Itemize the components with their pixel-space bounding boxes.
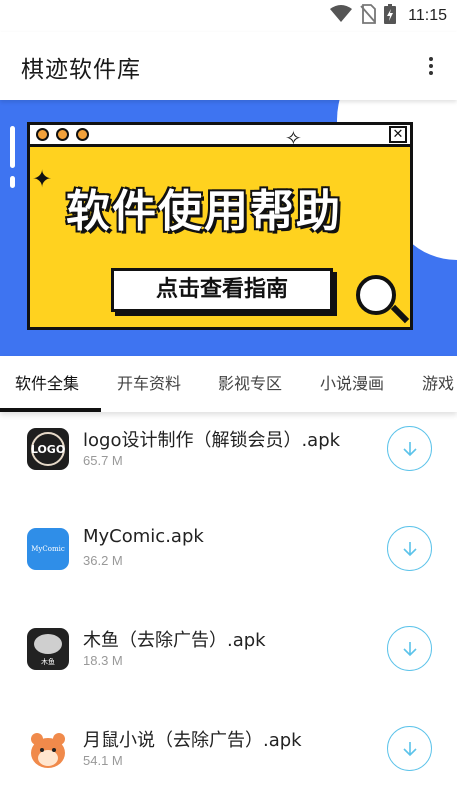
download-arrow-icon bbox=[402, 541, 417, 556]
hamster-icon bbox=[31, 733, 65, 768]
app-name: logo设计制作（解锁会员）.apk bbox=[83, 430, 341, 451]
banner-headline: 软件使用帮助 bbox=[66, 186, 342, 237]
list-item[interactable]: 木鱼 木鱼（去除广告）.apk 18.3 M bbox=[0, 600, 457, 700]
download-button[interactable] bbox=[387, 526, 432, 571]
app-icon-label: 木鱼 bbox=[41, 658, 55, 666]
tab-software-collection[interactable]: 软件全集 bbox=[15, 356, 79, 412]
download-button[interactable] bbox=[387, 726, 432, 771]
tab-novel-comic[interactable]: 小说漫画 bbox=[320, 356, 384, 412]
tab-games[interactable]: 游戏 bbox=[422, 356, 454, 412]
logo-icon: LOGO bbox=[31, 432, 65, 466]
window-dot-icon bbox=[76, 128, 89, 141]
list-item[interactable]: 月鼠小说（去除广告）.apk 54.1 M bbox=[0, 700, 457, 800]
banner-stripe-decoration bbox=[10, 126, 15, 168]
app-icon: MyComic bbox=[27, 528, 69, 570]
app-icon bbox=[27, 728, 69, 770]
sparkle-icon: ✦ bbox=[32, 165, 53, 193]
app-icon: 木鱼 bbox=[27, 628, 69, 670]
magnifier-handle bbox=[390, 304, 410, 324]
category-tabs: 软件全集 开车资料 影视专区 小说漫画 游戏 bbox=[0, 356, 457, 412]
status-bar: 11:15 bbox=[0, 0, 457, 32]
tab-driving-materials[interactable]: 开车资料 bbox=[117, 356, 181, 412]
wooden-fish-icon bbox=[34, 634, 62, 654]
banner-guide-button[interactable]: 点击查看指南 bbox=[111, 268, 333, 312]
battery-charging-icon bbox=[384, 4, 397, 28]
more-vert-icon[interactable] bbox=[419, 52, 443, 80]
banner-card: ✕ ✦ ✧ 软件使用帮助 点击查看指南 bbox=[27, 122, 413, 330]
app-name: MyComic.apk bbox=[83, 526, 204, 547]
window-dot-icon bbox=[36, 128, 49, 141]
app-title: 棋迹软件库 bbox=[21, 57, 141, 83]
window-dot-icon bbox=[56, 128, 69, 141]
mycomic-logo-icon: MyComic bbox=[31, 545, 65, 553]
wifi-icon bbox=[330, 5, 353, 27]
no-sim-icon bbox=[360, 4, 377, 28]
app-size: 36.2 M bbox=[83, 553, 123, 568]
banner[interactable]: ✕ ✦ ✧ 软件使用帮助 点击查看指南 bbox=[0, 100, 457, 356]
banner-card-titlebar: ✕ bbox=[30, 125, 410, 147]
tab-video-zone[interactable]: 影视专区 bbox=[218, 356, 282, 412]
banner-stripe-decoration bbox=[10, 176, 15, 188]
app-bar: 棋迹软件库 bbox=[0, 32, 457, 100]
close-icon: ✕ bbox=[389, 126, 407, 143]
status-icons: 11:15 bbox=[330, 4, 447, 28]
download-arrow-icon bbox=[402, 641, 417, 656]
download-arrow-icon bbox=[402, 441, 417, 456]
app-size: 18.3 M bbox=[83, 653, 123, 668]
tab-indicator bbox=[0, 408, 101, 412]
app-size: 54.1 M bbox=[83, 753, 123, 768]
sparkle-icon: ✧ bbox=[285, 126, 302, 150]
app-list: LOGO logo设计制作（解锁会员）.apk 65.7 M MyComic M… bbox=[0, 412, 457, 812]
download-button[interactable] bbox=[387, 626, 432, 671]
list-item[interactable]: MyComic MyComic.apk 36.2 M bbox=[0, 500, 457, 600]
app-icon: LOGO bbox=[27, 428, 69, 470]
app-name: 月鼠小说（去除广告）.apk bbox=[83, 730, 302, 751]
list-item[interactable]: LOGO logo设计制作（解锁会员）.apk 65.7 M bbox=[0, 412, 457, 500]
status-time: 11:15 bbox=[408, 7, 447, 24]
app-name: 木鱼（去除广告）.apk bbox=[83, 630, 266, 651]
download-button[interactable] bbox=[387, 426, 432, 471]
app-size: 65.7 M bbox=[83, 453, 123, 468]
download-arrow-icon bbox=[402, 741, 417, 756]
